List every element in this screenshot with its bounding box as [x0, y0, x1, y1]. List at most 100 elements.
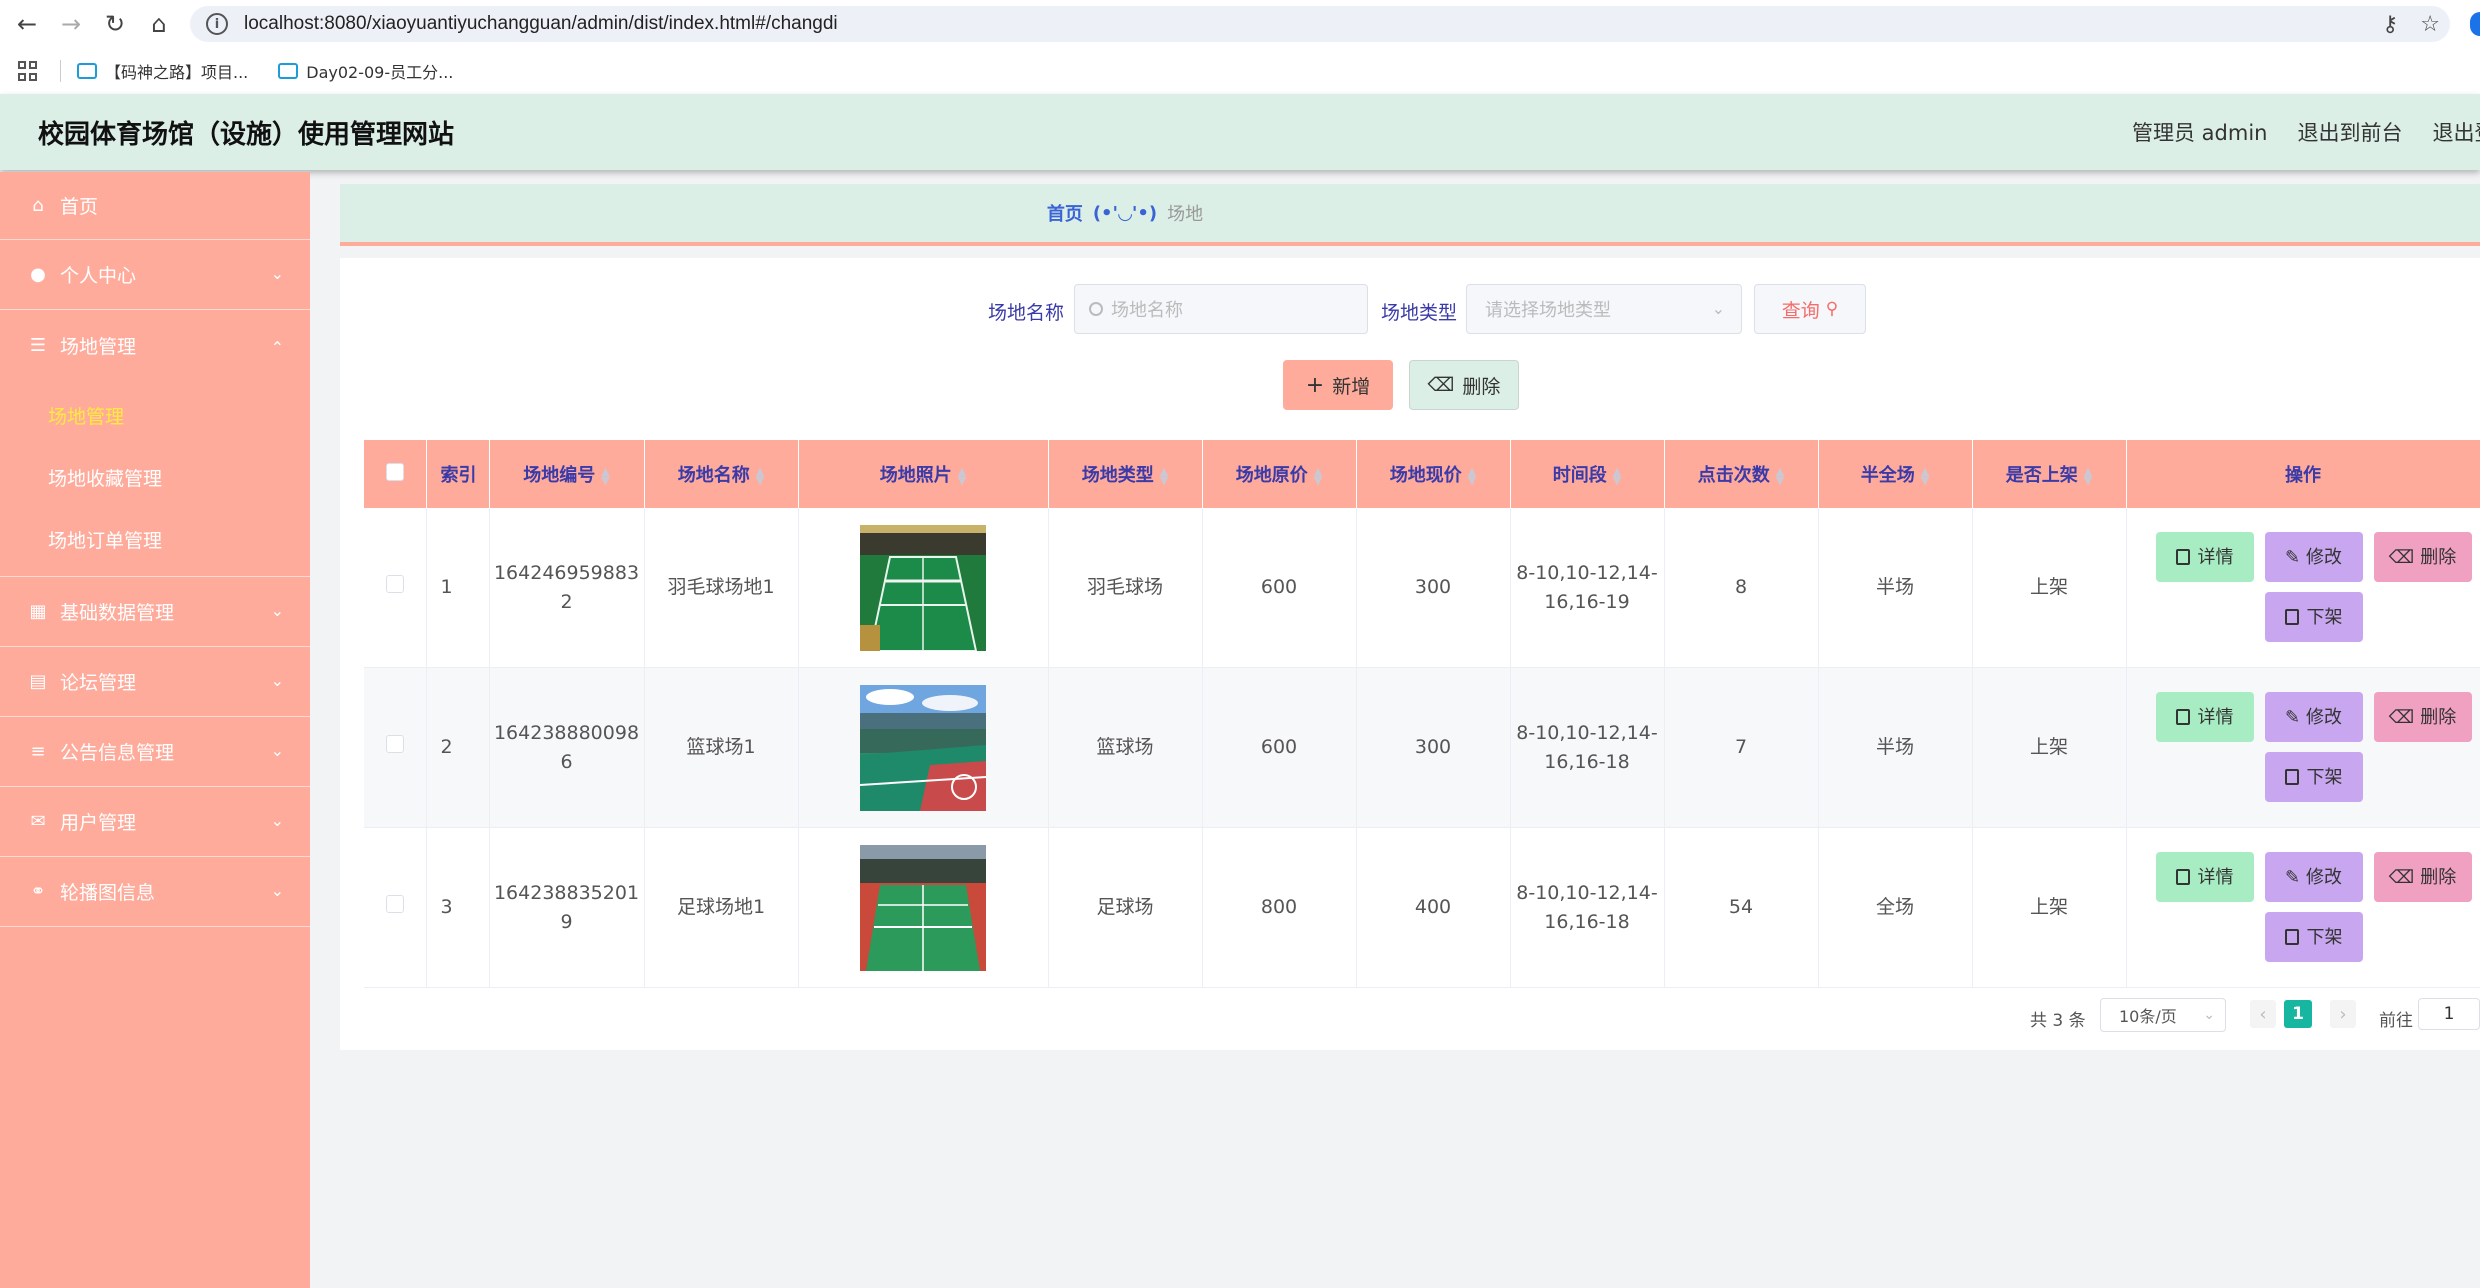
bookmarks-bar: 【码神之路】项目... Day02-09-员工分... — [0, 48, 2480, 124]
sidebar-item-users[interactable]: ✉ 用户管理 ⌄ — [0, 787, 310, 857]
col-time[interactable]: 时间段 ▲ ▼ — [1510, 440, 1665, 508]
row-type: 篮球场 — [1048, 667, 1203, 828]
sidebar-item-forum[interactable]: ▤ 论坛管理 ⌄ — [0, 647, 310, 717]
breadcrumb: 首页 (•'◡'•) 场地 — [340, 184, 2480, 246]
venue-type-select[interactable]: 请选择场地类型 ⌄ — [1466, 284, 1742, 334]
sidebar-item-basic[interactable]: ▦ 基础数据管理 ⌄ — [0, 577, 310, 647]
batch-delete-button[interactable]: ⌫ 删除 — [1409, 360, 1519, 410]
col-index: 索引 — [426, 440, 490, 508]
unlist-button[interactable]: 下架 — [2264, 592, 2363, 642]
badminton-court-photo[interactable] — [860, 524, 986, 651]
row-status: 上架 — [1972, 508, 2127, 668]
sort-icon: ▲ ▼ — [1612, 465, 1622, 487]
col-code[interactable]: 场地编号 ▲ ▼ — [489, 440, 645, 508]
next-page-button[interactable]: › — [2330, 1000, 2356, 1028]
logout-link[interactable]: 退出登 — [2432, 117, 2480, 147]
col-now-price[interactable]: 场地现价 ▲ ▼ — [1356, 440, 1511, 508]
col-court[interactable]: 半全场 ▲ ▼ — [1818, 440, 1973, 508]
sidebar-item-personal[interactable]: ● 个人中心 ⌄ — [0, 240, 310, 310]
delete-button[interactable]: ⌫ 删除 — [2373, 852, 2472, 902]
detail-button[interactable]: 详情 — [2155, 852, 2254, 902]
reload-icon[interactable]: ↻ — [98, 7, 132, 41]
user-label: 管理员 admin — [2132, 121, 2268, 145]
search-icon: ⚲ — [1825, 299, 1839, 319]
app-header: 校园体育场馆（设施）使用管理网站 管理员 admin 退出到前台 退出登 — [0, 94, 2480, 170]
chevron-down-icon: ⌄ — [1711, 299, 1725, 318]
row-index: 1 — [426, 508, 490, 668]
delete-button[interactable]: ⌫ 删除 — [2373, 692, 2472, 742]
basketball-court-photo[interactable] — [860, 684, 986, 811]
home-icon[interactable]: ⌂ — [142, 7, 176, 41]
front-link[interactable]: 退出到前台 — [2297, 117, 2402, 147]
breadcrumb-home[interactable]: 首页 — [1047, 200, 1083, 226]
row-code: 164238835201 9 — [489, 827, 645, 988]
sidebar-subitem-venue[interactable]: 场地管理 — [0, 384, 310, 446]
sort-icon: ▲ ▼ — [957, 465, 967, 487]
grid-icon: ▦ — [29, 601, 47, 622]
breadcrumb-current: 场地 — [1167, 204, 1204, 225]
unlist-button[interactable]: 下架 — [2264, 752, 2363, 802]
query-button[interactable]: 查询 ⚲ — [1754, 284, 1866, 334]
col-photo[interactable]: 场地照片 ▲ ▼ — [798, 440, 1049, 508]
bilibili-icon — [278, 63, 299, 79]
col-status[interactable]: 是否上架 ▲ ▼ — [1972, 440, 2127, 508]
row-time: 8-10,10-12,14- 16,16-18 — [1510, 827, 1665, 988]
col-type[interactable]: 场地类型 ▲ ▼ — [1048, 440, 1203, 508]
row-court: 半场 — [1818, 508, 1973, 668]
bookmark-star-icon[interactable]: ☆ — [2420, 12, 2440, 37]
document-icon — [2175, 709, 2190, 725]
site-info-icon[interactable]: i — [206, 13, 228, 35]
edit-button[interactable]: ✎ 修改 — [2264, 532, 2363, 582]
detail-button[interactable]: 详情 — [2155, 692, 2254, 742]
edit-button[interactable]: ✎ 修改 — [2264, 852, 2363, 902]
sidebar-item-venue[interactable]: ☰ 场地管理 ⌃ — [0, 310, 310, 380]
col-clicks[interactable]: 点击次数 ▲ ▼ — [1664, 440, 1819, 508]
sidebar: ⌂ 首页 ● 个人中心 ⌄ ☰ 场地管理 ⌃ 场地管理 场地收藏管理 场地订单管… — [0, 172, 310, 1288]
sort-icon: ▲ ▼ — [1313, 465, 1323, 487]
row-photo[interactable] — [798, 508, 1049, 668]
row-photo[interactable] — [798, 667, 1049, 828]
document-icon — [2284, 929, 2299, 945]
apps-icon[interactable] — [18, 61, 38, 81]
edit-button[interactable]: ✎ 修改 — [2264, 692, 2363, 742]
venue-name-input[interactable]: 场地名称 — [1074, 284, 1368, 334]
back-icon[interactable]: ← — [10, 7, 44, 41]
football-court-photo[interactable] — [860, 844, 986, 971]
prev-page-button[interactable]: ‹ — [2250, 1000, 2276, 1028]
breadcrumb-separator: (•'◡'•) — [1092, 202, 1158, 224]
chevron-down-icon: ⌄ — [270, 671, 284, 690]
profile-avatar[interactable] — [2470, 12, 2480, 36]
col-name[interactable]: 场地名称 ▲ ▼ — [644, 440, 799, 508]
sidebar-item-carousel[interactable]: ⚭ 轮播图信息 ⌄ — [0, 857, 310, 927]
total-count: 共 3 条 — [2030, 1011, 2086, 1031]
delete-button[interactable]: ⌫ 删除 — [2373, 532, 2472, 582]
sort-icon: ▲ ▼ — [1775, 465, 1785, 487]
sidebar-subitem-favorites[interactable]: 场地收藏管理 — [0, 446, 310, 508]
sidebar-subitem-orders[interactable]: 场地订单管理 — [0, 508, 310, 570]
col-orig-price[interactable]: 场地原价 ▲ ▼ — [1202, 440, 1357, 508]
pencil-icon: ✎ — [2284, 866, 2301, 888]
row-photo[interactable] — [798, 827, 1049, 988]
goto-page-input[interactable]: 1 — [2418, 998, 2480, 1030]
row-checkbox[interactable] — [364, 667, 427, 828]
page-number-current[interactable]: 1 — [2284, 1000, 2312, 1028]
sidebar-item-notice[interactable]: ≡ 公告信息管理 ⌄ — [0, 717, 310, 787]
row-checkbox[interactable] — [364, 508, 427, 668]
sort-icon: ▲ ▼ — [2083, 465, 2093, 487]
row-checkbox[interactable] — [364, 827, 427, 988]
add-button[interactable]: + 新增 — [1283, 360, 1393, 410]
unlist-button[interactable]: 下架 — [2264, 912, 2363, 962]
detail-button[interactable]: 详情 — [2155, 532, 2254, 582]
bookmark-item[interactable]: Day02-09-员工分... — [278, 59, 453, 83]
sidebar-item-home[interactable]: ⌂ 首页 — [0, 172, 310, 240]
select-all-checkbox[interactable] — [364, 440, 427, 508]
password-key-icon[interactable]: ⚷ — [2382, 12, 2398, 37]
clipboard-icon: ▤ — [29, 671, 47, 692]
row-code: 164238880098 6 — [489, 667, 645, 828]
user-icon: ● — [30, 264, 46, 285]
address-bar[interactable]: i localhost:8080/xiaoyuantiyuchangguan/a… — [190, 6, 2450, 42]
goto-label: 前往 — [2379, 1011, 2413, 1031]
page-size-select[interactable]: 10条/页 ⌄ — [2100, 998, 2226, 1032]
forward-icon[interactable]: → — [54, 7, 88, 41]
bookmark-item[interactable]: 【码神之路】项目... — [77, 59, 248, 83]
